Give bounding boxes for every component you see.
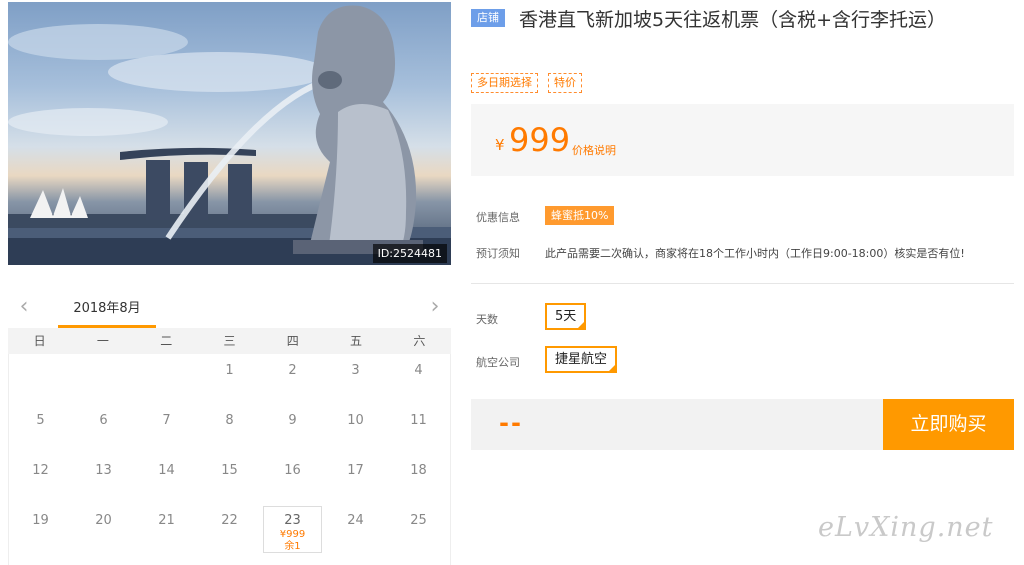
notice-text: 此产品需要二次确认，商家将在18个工作小时内（工作日9:00-18:00）核实是…: [545, 247, 965, 260]
calendar-day: 7: [162, 413, 171, 428]
calendar-nav: ‹ 2018年8月 ›: [8, 290, 451, 328]
calendar-week: 19 20 21 22 23 ¥999 余1 24 25: [9, 504, 450, 554]
calendar-week: 12 13 14 15 16 17 18: [9, 454, 450, 504]
calendar-day: 13: [95, 463, 112, 478]
next-month-icon[interactable]: ›: [425, 294, 445, 320]
available-day-remaining: 余1: [284, 541, 301, 552]
calendar-day: 20: [95, 513, 112, 528]
calendar-day: 10: [347, 413, 364, 428]
weekday-thu: 四: [286, 334, 299, 348]
calendar-week: 1 2 3 4: [9, 354, 450, 404]
store-tag[interactable]: 店铺: [471, 9, 505, 27]
product-title: 香港直飞新加坡5天往返机票（含税+含行李托运）: [519, 9, 947, 31]
purchase-bar: -- 立即购买: [471, 399, 1014, 450]
weekday-sun: 日: [33, 334, 46, 348]
price-currency: ¥: [495, 136, 505, 154]
calendar-day: 3: [351, 363, 360, 378]
calendar-day: 6: [99, 413, 108, 428]
promo-label: 优惠信息: [476, 211, 520, 224]
price-panel: ¥ 999 价格说明: [471, 104, 1014, 176]
calendar-day: 2: [288, 363, 297, 378]
calendar-day: 8: [225, 413, 234, 428]
notice-label: 预订须知: [476, 247, 520, 260]
calendar-month-label: 2018年8月: [58, 290, 156, 328]
weekday-wed: 三: [223, 334, 236, 348]
available-day-price: ¥999: [279, 529, 306, 540]
calendar-day: [72, 354, 135, 404]
total-price: --: [499, 409, 523, 437]
weekday-tue: 二: [160, 334, 173, 348]
available-day-number: 23: [284, 513, 301, 528]
calendar-day: 17: [347, 463, 364, 478]
calendar-day: 1: [225, 363, 234, 378]
calendar-grid: 1 2 3 4 5 6 7 8 9 10 11 12 13 14 15 16 1…: [8, 354, 451, 565]
promo-badge: 蜂蜜抵10%: [545, 206, 615, 225]
selected-check-icon: [607, 351, 618, 374]
image-id-label: ID:2524481: [372, 244, 447, 263]
price-note-link[interactable]: 价格说明: [572, 142, 616, 158]
selected-check-icon: [576, 308, 587, 331]
calendar-day-available[interactable]: 23 ¥999 余1: [261, 504, 324, 554]
buy-now-button[interactable]: 立即购买: [883, 399, 1014, 450]
merlion-skyline-illustration: [8, 5, 451, 265]
calendar-day: 4: [414, 363, 423, 378]
product-image: ID:2524481: [8, 2, 451, 265]
calendar-day: 11: [410, 413, 427, 428]
prev-month-icon[interactable]: ‹: [14, 294, 34, 320]
weekday-sat: 六: [413, 334, 426, 348]
calendar-day: [9, 354, 72, 404]
calendar-day: 12: [32, 463, 49, 478]
airline-option[interactable]: 捷星航空: [545, 346, 618, 374]
calendar-day: 19: [32, 513, 49, 528]
calendar-day: 14: [158, 463, 175, 478]
calendar-week: 5 6 7 8 9 10 11: [9, 404, 450, 454]
calendar-day: 15: [221, 463, 238, 478]
calendar-day: 9: [288, 413, 297, 428]
calendar-day: [135, 354, 198, 404]
divider: [471, 283, 1014, 284]
calendar-day: 22: [221, 513, 238, 528]
product-tags: 多日期选择 特价: [471, 73, 582, 93]
calendar-day: 5: [36, 413, 45, 428]
calendar-day: 18: [410, 463, 427, 478]
calendar-day: 24: [347, 513, 364, 528]
tag-multi-date: 多日期选择: [471, 73, 538, 93]
price-value: 999: [509, 121, 571, 159]
tag-special-price: 特价: [548, 73, 582, 93]
days-option-label: 5天: [555, 309, 577, 324]
calendar-day: 21: [158, 513, 175, 528]
calendar-day: 25: [410, 513, 427, 528]
airline-label: 航空公司: [476, 356, 520, 369]
airline-option-label: 捷星航空: [555, 352, 608, 367]
weekday-fri: 五: [350, 334, 363, 348]
days-label: 天数: [476, 313, 498, 326]
calendar-weekday-header: 日 一 二 三 四 五 六: [8, 328, 451, 354]
watermark-logo: eLvXing.net: [818, 512, 994, 543]
days-option[interactable]: 5天: [545, 303, 587, 331]
calendar-day: 16: [284, 463, 301, 478]
weekday-mon: 一: [96, 334, 109, 348]
